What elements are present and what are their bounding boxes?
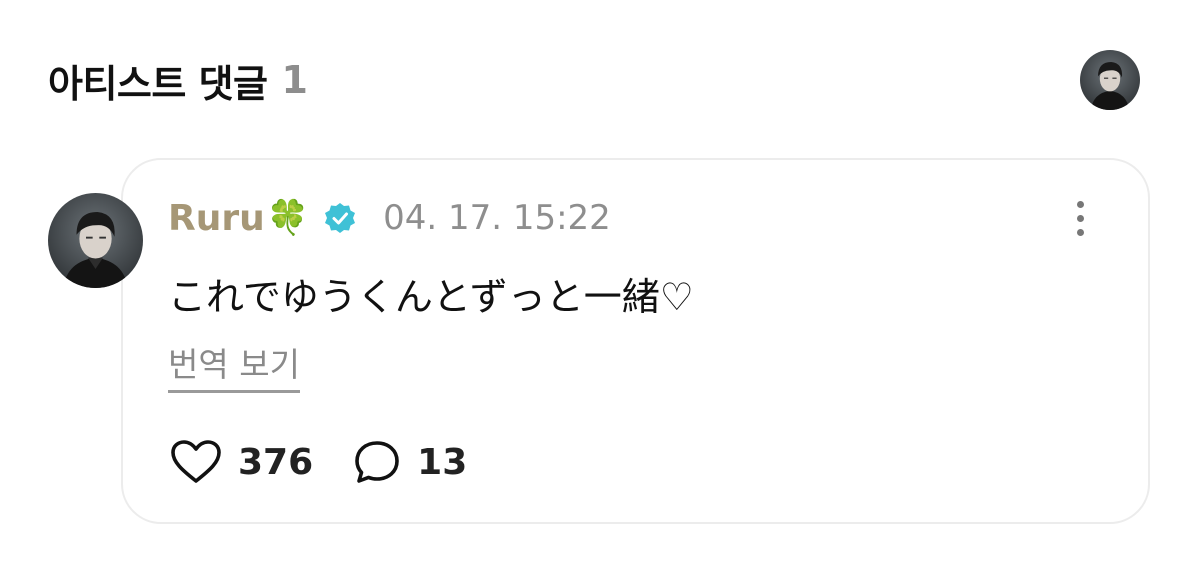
reply-button[interactable]: 13 (353, 439, 467, 485)
like-button[interactable]: 376 (170, 439, 313, 485)
more-options-button[interactable] (1062, 196, 1098, 240)
like-count: 376 (238, 441, 314, 483)
avatar-image (48, 193, 143, 288)
translate-link[interactable]: 번역 보기 (168, 338, 300, 393)
comment-count: 1 (281, 58, 308, 102)
vertical-ellipsis-icon (1076, 200, 1084, 208)
comment-meta: Ruru 🍀 04. 17. 15:22 (168, 196, 611, 240)
author-name[interactable]: Ruru (168, 198, 265, 239)
section-header: 아티스트 댓글 1 (48, 50, 308, 110)
speech-bubble-icon (355, 441, 399, 483)
comment-body: これでゆうくんとずっと一緒♡ (168, 275, 694, 319)
reply-count: 13 (417, 441, 468, 483)
header-avatar[interactable] (1080, 50, 1140, 110)
comment-timestamp: 04. 17. 15:22 (383, 198, 611, 238)
avatar-image (1080, 50, 1140, 110)
comment-author-avatar[interactable] (48, 193, 143, 288)
clover-emoji: 🍀 (266, 198, 310, 238)
heart-outline-icon (171, 440, 221, 483)
section-title: 아티스트 댓글 (48, 61, 268, 106)
comment-actions: 376 13 (170, 438, 467, 486)
verified-badge-icon (323, 201, 357, 235)
